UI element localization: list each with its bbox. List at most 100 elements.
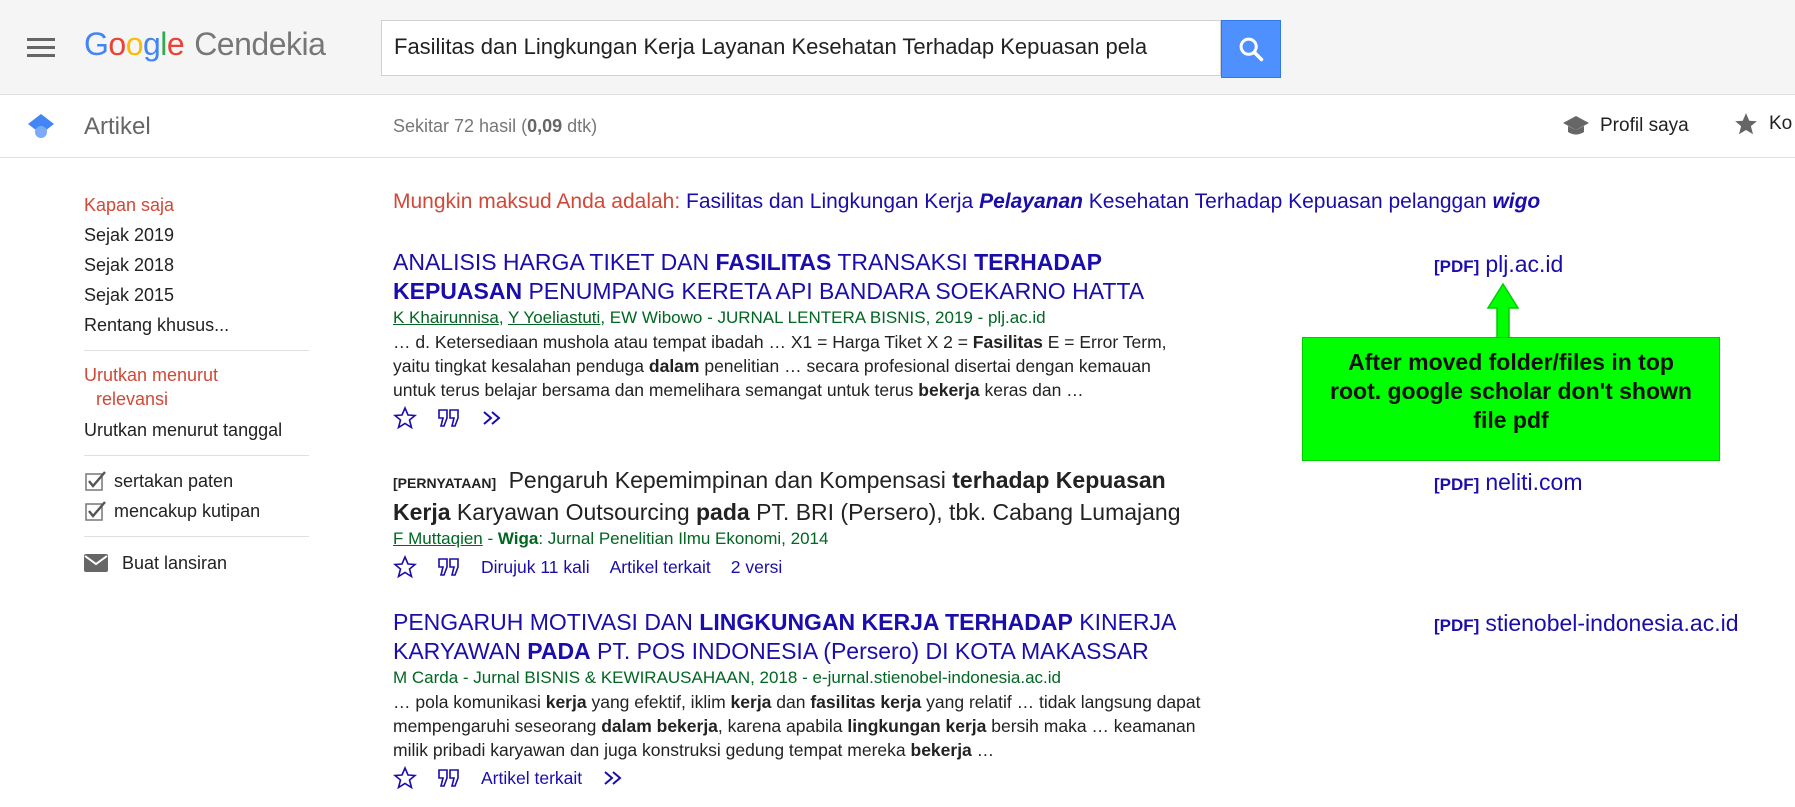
related-articles-link[interactable]: Artikel terkait <box>481 768 582 789</box>
pdf-link[interactable]: [PDF] stienobel-indonesia.ac.id <box>1434 610 1739 637</box>
author-link[interactable]: F Muttaqien <box>393 529 483 548</box>
suggestion-correction: wigo <box>1492 190 1541 213</box>
result-source: - Jurnal BISNIS & KEWIRAUSAHAAN, 2018 - … <box>458 668 1062 687</box>
snippet-text: yang relatif … tidak langsung dapat <box>921 692 1201 712</box>
snippet-highlight: kerja <box>730 692 772 712</box>
author-link[interactable]: K Khairunnisa <box>393 308 499 327</box>
snippet-text: … d. Ketersediaan mushola atau tempat ib… <box>393 332 973 352</box>
title-part: PENGARUH MOTIVASI DAN <box>393 609 700 635</box>
logo-letter: G <box>84 26 109 62</box>
filter-custom-range[interactable]: Rentang khusus... <box>84 310 309 340</box>
section-title: Artikel <box>84 113 151 140</box>
snippet-highlight: kerja <box>545 692 587 712</box>
result-snippet: … pola komunikasi kerja yang efektif, ik… <box>393 690 1303 762</box>
pdf-domain: plj.ac.id <box>1485 251 1564 277</box>
divider <box>84 350 309 351</box>
save-star-icon[interactable] <box>393 766 417 790</box>
snippet-text: … pola komunikasi <box>393 692 546 712</box>
suggestion-part: Kesehatan Terhadap Kepuasan pelanggan <box>1082 190 1493 213</box>
suggestion-part: Fasilitas dan Lingkungan Kerja <box>686 190 980 213</box>
result-title-link[interactable]: ANALISIS HARGA TIKET DAN FASILITAS TRANS… <box>393 248 1303 306</box>
title-highlight: terhadap Kepuasan <box>952 467 1166 493</box>
title-highlight: TERHADAP <box>974 249 1102 275</box>
annotation-arrow-icon <box>1486 282 1520 339</box>
cite-quote-icon[interactable] <box>437 768 461 788</box>
more-chevrons-icon[interactable] <box>602 768 626 788</box>
logo-letter: l <box>160 26 167 62</box>
scholar-cap-icon <box>28 114 54 138</box>
filter-since-2018[interactable]: Sejak 2018 <box>84 250 309 280</box>
title-highlight: LINGKUNGAN KERJA TERHADAP <box>699 609 1073 635</box>
profile-cap-icon <box>1563 116 1589 135</box>
search-result: [PERNYATAAN] Pengaruh Kepemimpinan dan K… <box>393 466 1303 581</box>
create-alert-label: Buat lansiran <box>122 552 228 573</box>
stats-prefix: Sekitar 72 hasil ( <box>393 116 528 136</box>
include-patents-checkbox[interactable]: sertakan paten <box>84 466 309 496</box>
author-link[interactable]: Y Yoeliastuti <box>508 308 600 327</box>
pdf-link[interactable]: [PDF] plj.ac.id <box>1434 251 1563 278</box>
suggested-query-link[interactable]: Fasilitas dan Lingkungan Kerja Pelayanan… <box>686 190 1540 213</box>
snippet-text: penelitian … secara profesional disertai… <box>699 356 1151 376</box>
versions-link[interactable]: 2 versi <box>731 557 783 578</box>
title-part: PT. BRI (Persero), tbk. Cabang Lumajang <box>749 499 1181 525</box>
result-source: - JURNAL LENTERA BISNIS, 2019 - plj.ac.i… <box>702 308 1046 327</box>
include-citations-label: mencakup kutipan <box>114 500 261 521</box>
title-highlight: PADA <box>527 638 591 664</box>
save-star-icon[interactable] <box>393 555 417 579</box>
snippet-text: yang efektif, iklim <box>586 692 731 712</box>
filter-any-time[interactable]: Kapan saja <box>84 190 309 220</box>
more-chevrons-icon[interactable] <box>481 408 505 428</box>
title-part: ANALISIS HARGA TIKET DAN <box>393 249 716 275</box>
cite-quote-icon[interactable] <box>437 408 461 428</box>
filter-since-2015[interactable]: Sejak 2015 <box>84 280 309 310</box>
include-citations-checkbox[interactable]: mencakup kutipan <box>84 496 309 526</box>
menu-icon[interactable] <box>27 38 55 62</box>
search-input[interactable] <box>382 21 1202 73</box>
search-box <box>381 20 1221 76</box>
snippet-text: untuk terus belajar bersama dan memeliha… <box>393 380 919 400</box>
divider <box>84 455 309 456</box>
cite-quote-icon[interactable] <box>437 557 461 577</box>
result-actions <box>393 404 1303 432</box>
snippet-text: dan <box>771 692 811 712</box>
result-actions: Dirujuk 11 kali Artikel terkait 2 versi <box>393 553 1303 581</box>
source-highlight: Wiga <box>497 529 539 548</box>
search-result: ANALISIS HARGA TIKET DAN FASILITAS TRANS… <box>393 248 1303 432</box>
my-library-link[interactable]: Ko <box>1733 111 1792 137</box>
pdf-link[interactable]: [PDF] neliti.com <box>1434 469 1582 496</box>
snippet-text: bersih maka … keamanan <box>986 716 1196 736</box>
snippet-text: , karena apabila <box>717 716 848 736</box>
star-icon <box>1735 113 1757 135</box>
snippet-text: E = Error Term, <box>1042 332 1167 352</box>
pdf-tag: [PDF] <box>1434 475 1480 494</box>
snippet-text: yaitu tingkat kesalahan penduga <box>393 356 649 376</box>
snippet-highlight: bekerja <box>918 380 980 400</box>
search-button[interactable] <box>1221 20 1281 78</box>
result-type-tag: [PERNYATAAN] <box>393 475 497 491</box>
filter-since-2019[interactable]: Sejak 2019 <box>84 220 309 250</box>
title-highlight: pada <box>696 499 750 525</box>
envelope-icon <box>84 554 108 572</box>
checkbox-checked-icon <box>85 501 106 521</box>
sort-by-date[interactable]: Urutkan menurut tanggal <box>84 415 309 445</box>
top-bar: Google Cendekia <box>0 0 1795 95</box>
profile-label: Profil saya <box>1600 115 1689 136</box>
pdf-tag: [PDF] <box>1434 257 1480 276</box>
snippet-highlight: lingkungan kerja <box>847 716 987 736</box>
my-profile-link[interactable]: Profil saya <box>1562 114 1689 138</box>
snippet-text: keras dan … <box>979 380 1084 400</box>
cited-by-link[interactable]: Dirujuk 11 kali <box>481 557 590 578</box>
did-you-mean-prefix: Mungkin maksud Anda adalah: <box>393 190 681 213</box>
sort-by-relevance[interactable]: Urutkan menurut relevansi <box>84 361 309 415</box>
snippet-highlight: dalam <box>648 356 700 376</box>
logo-letter: o <box>108 26 126 62</box>
stats-time: 0,09 <box>527 116 563 136</box>
title-part: PENUMPANG KERETA API BANDARA SOEKARNO HA… <box>522 278 1145 304</box>
save-star-icon[interactable] <box>393 406 417 430</box>
title-part: PT. POS INDONESIA (Persero) DI KOTA MAKA… <box>590 638 1149 664</box>
logo[interactable]: Google Cendekia <box>84 26 326 63</box>
stats-suffix: dtk) <box>562 116 598 136</box>
create-alert-link[interactable]: Buat lansiran <box>84 547 309 579</box>
related-articles-link[interactable]: Artikel terkait <box>610 557 711 578</box>
result-title-link[interactable]: PENGARUH MOTIVASI DAN LINGKUNGAN KERJA T… <box>393 608 1303 666</box>
